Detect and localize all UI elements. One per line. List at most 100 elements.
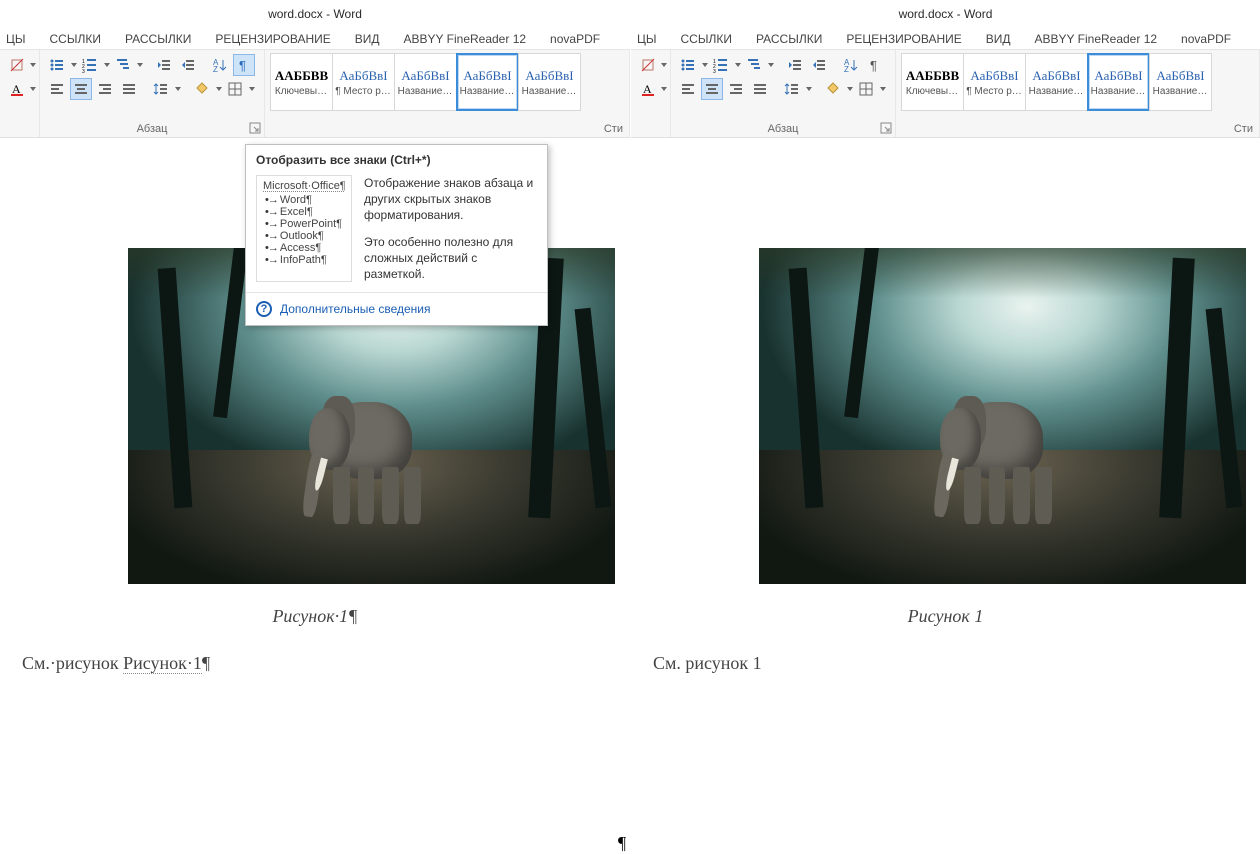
align-center-button[interactable]: [701, 78, 723, 100]
numbering-dropdown[interactable]: [103, 54, 110, 76]
increase-indent-button[interactable]: [808, 54, 830, 76]
svg-text:3: 3: [82, 69, 85, 73]
tab-links[interactable]: ССЫЛКИ: [681, 32, 732, 46]
style-name: Название…: [1087, 84, 1150, 97]
svg-text:A: A: [12, 82, 21, 96]
clear-formatting-button[interactable]: [637, 54, 659, 76]
tab-partial[interactable]: ЦЫ: [6, 32, 26, 46]
ref-field[interactable]: Рисунок·1: [123, 653, 202, 674]
tab-links[interactable]: ССЫЛКИ: [50, 32, 101, 46]
borders-dropdown[interactable]: [248, 78, 255, 100]
line-spacing-dropdown[interactable]: [805, 78, 812, 100]
align-right-button[interactable]: [725, 78, 747, 100]
style-cell[interactable]: АаБбВвIНазвание…: [1149, 53, 1212, 111]
tooltip-more-link[interactable]: ? Дополнительные сведения: [246, 292, 547, 325]
styles-group: ААББВВКлючевы…АаБбВвI¶ Место р…АаБбВвIНа…: [896, 50, 1260, 137]
justify-button[interactable]: [118, 78, 140, 100]
numbering-button[interactable]: 123: [79, 54, 101, 76]
tab-abbyy[interactable]: ABBYY FineReader 12: [1035, 32, 1158, 46]
align-center-button[interactable]: [70, 78, 92, 100]
sort-button[interactable]: AZ: [209, 54, 231, 76]
shading-button[interactable]: [822, 78, 844, 100]
multilevel-button[interactable]: [112, 54, 134, 76]
ref-pilcrow: ¶: [202, 653, 210, 673]
bullets-dropdown[interactable]: [701, 54, 708, 76]
tab-novapdf[interactable]: novaPDF: [1181, 32, 1231, 46]
style-cell[interactable]: АаБбВвIНазвание…: [1025, 53, 1088, 111]
document-area: Рисунок 1 См. рисунок 1: [631, 248, 1260, 674]
svg-text:2: 2: [82, 64, 85, 70]
paragraph-label: Абзац: [40, 123, 264, 135]
tab-mailings[interactable]: РАССЫЛКИ: [125, 32, 191, 46]
bullets-button[interactable]: [46, 54, 68, 76]
bullets-button[interactable]: [677, 54, 699, 76]
style-cell[interactable]: ААББВВКлючевы…: [270, 53, 333, 111]
tooltip-sample-item: Outlook¶: [265, 230, 345, 242]
style-cell[interactable]: АаБбВвIНазвание…: [394, 53, 457, 111]
paragraph-dialog-launcher[interactable]: [249, 122, 261, 134]
svg-text:1: 1: [82, 59, 85, 65]
line-spacing-dropdown[interactable]: [174, 78, 181, 100]
font-color-button[interactable]: A: [6, 78, 28, 100]
tab-review[interactable]: РЕЦЕНЗИРОВАНИЕ: [215, 32, 330, 46]
style-cell[interactable]: АаБбВвIНазвание…: [456, 53, 519, 111]
multilevel-dropdown[interactable]: [767, 54, 774, 76]
multilevel-button[interactable]: [743, 54, 765, 76]
document-image[interactable]: [759, 248, 1246, 584]
line-spacing-button[interactable]: [781, 78, 803, 100]
tab-novapdf[interactable]: novaPDF: [550, 32, 600, 46]
increase-indent-button[interactable]: [177, 54, 199, 76]
shading-dropdown[interactable]: [846, 78, 853, 100]
tooltip-more-label: Дополнительные сведения: [280, 302, 430, 316]
tooltip-sample-title: Microsoft·Office¶: [263, 180, 345, 192]
multilevel-dropdown[interactable]: [136, 54, 143, 76]
style-cell[interactable]: АаБбВвIНазвание…: [518, 53, 581, 111]
style-cell[interactable]: АаБбВвIНазвание…: [1087, 53, 1150, 111]
decrease-indent-button[interactable]: [784, 54, 806, 76]
style-name: ¶ Место р…: [963, 84, 1026, 97]
line-spacing-button[interactable]: [150, 78, 172, 100]
font-color-dropdown[interactable]: [661, 78, 667, 100]
tab-review[interactable]: РЕЦЕНЗИРОВАНИЕ: [846, 32, 961, 46]
style-name: Название…: [518, 84, 581, 97]
align-right-button[interactable]: [94, 78, 116, 100]
tooltip-sample-item: Access¶: [265, 242, 345, 254]
font-color-dropdown[interactable]: [30, 78, 36, 100]
decrease-indent-button[interactable]: [153, 54, 175, 76]
style-cell[interactable]: АаБбВвI¶ Место р…: [332, 53, 395, 111]
style-cell[interactable]: АаБбВвI¶ Место р…: [963, 53, 1026, 111]
sort-button[interactable]: AZ: [840, 54, 862, 76]
align-left-button[interactable]: [677, 78, 699, 100]
show-marks-button[interactable]: ¶: [233, 54, 255, 76]
font-color-button[interactable]: A: [637, 78, 659, 100]
numbering-button[interactable]: 123: [710, 54, 732, 76]
tab-mailings[interactable]: РАССЫЛКИ: [756, 32, 822, 46]
cross-reference-text[interactable]: См.·рисунок Рисунок·1¶: [22, 653, 630, 674]
shading-button[interactable]: [191, 78, 213, 100]
tab-partial[interactable]: ЦЫ: [637, 32, 657, 46]
shading-dropdown[interactable]: [215, 78, 222, 100]
show-marks-tooltip: Отобразить все знаки (Ctrl+*) Microsoft·…: [245, 144, 548, 326]
style-name: Ключевы…: [901, 84, 964, 97]
borders-dropdown[interactable]: [879, 78, 886, 100]
align-left-button[interactable]: [46, 78, 68, 100]
svg-text:2: 2: [713, 64, 716, 70]
show-marks-button[interactable]: ¶: [864, 54, 886, 76]
borders-button[interactable]: [855, 78, 877, 100]
cross-reference-text[interactable]: См. рисунок 1: [653, 653, 1260, 674]
paragraph-dialog-launcher[interactable]: [880, 122, 892, 134]
justify-button[interactable]: [749, 78, 771, 100]
image-caption[interactable]: Рисунок 1: [631, 606, 1260, 627]
style-name: ¶ Место р…: [332, 84, 395, 97]
tab-view[interactable]: ВИД: [355, 32, 380, 46]
borders-button[interactable]: [224, 78, 246, 100]
clear-formatting-button[interactable]: [6, 54, 28, 76]
clear-formatting-dropdown[interactable]: [30, 54, 36, 76]
image-caption[interactable]: Рисунок·1¶: [0, 606, 630, 627]
numbering-dropdown[interactable]: [734, 54, 741, 76]
style-cell[interactable]: ААББВВКлючевы…: [901, 53, 964, 111]
bullets-dropdown[interactable]: [70, 54, 77, 76]
tab-view[interactable]: ВИД: [986, 32, 1011, 46]
tab-abbyy[interactable]: ABBYY FineReader 12: [404, 32, 527, 46]
clear-formatting-dropdown[interactable]: [661, 54, 667, 76]
